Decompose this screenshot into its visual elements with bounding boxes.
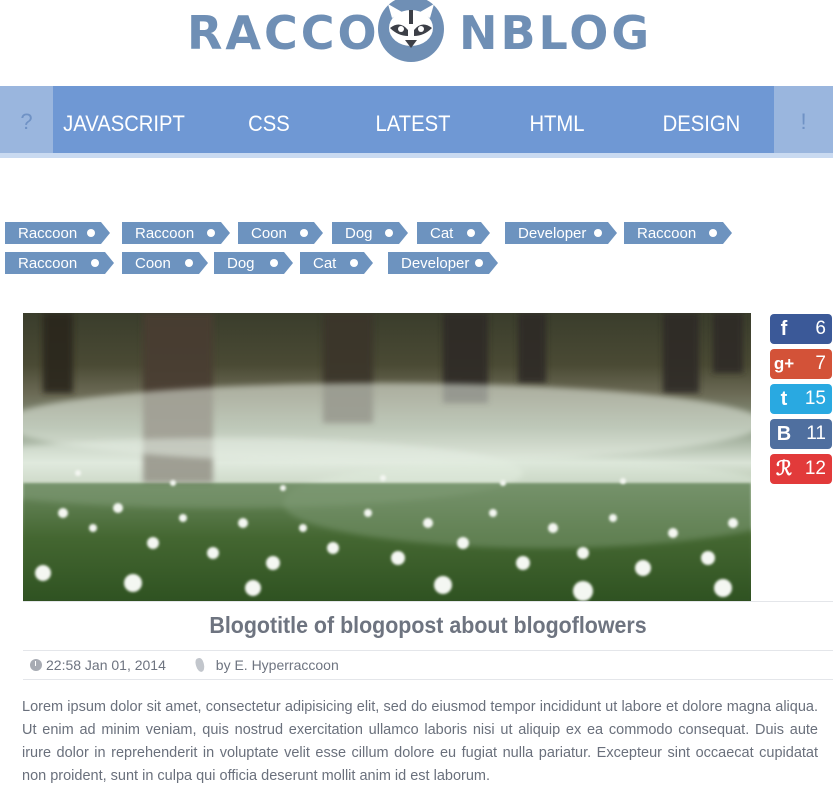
logo-text-left: RACCO [187,6,380,60]
google-plus-icon: g+ [773,354,795,373]
post-date-wrap: 22:58 Jan 01, 2014 [30,657,166,673]
tag[interactable]: Cat [300,252,373,274]
tag-label: Developer [518,225,587,242]
tag-dot-icon [594,229,602,237]
share-count: 6 [815,318,826,339]
tag-dot-icon [87,229,95,237]
share-count: 11 [806,423,826,444]
other-share-button[interactable]: ℛ 12 [770,454,832,484]
tag-dot-icon [300,229,308,237]
post-author-wrap: by E. Hyperraccoon [194,657,339,673]
divider [23,601,833,602]
post-meta: 22:58 Jan 01, 2014 by E. Hyperraccoon [30,657,365,673]
nav-item-javascript[interactable]: JAVASCRIPT [59,86,190,153]
vk-share-button[interactable]: B 11 [770,419,832,449]
tag-dot-icon [91,259,99,267]
divider [23,679,833,680]
tag-dot-icon [350,259,358,267]
facebook-share-button[interactable]: f 6 [770,314,832,344]
tag-cloud: Raccoon Raccoon Coon Dog Cat Developer R… [5,222,765,282]
post-image[interactable] [23,313,751,601]
raccoon-icon [378,0,444,62]
tag-label: Raccoon [18,255,78,272]
twitter-icon: t [780,388,788,410]
tag-dot-icon [385,229,393,237]
divider [23,650,833,651]
tag-label: Cat [313,255,337,272]
tag-dot-icon [475,259,483,267]
tag[interactable]: Dog [214,252,293,274]
tag[interactable]: Coon [238,222,323,244]
tag[interactable]: Dog [332,222,408,244]
tag-label: Developer [401,255,470,272]
share-count: 12 [804,458,826,479]
nav-item-html[interactable]: HTML [491,86,623,153]
tag-dot-icon [709,229,717,237]
post-title[interactable]: Blogotitle of blogopost about blogoflowe… [51,612,804,639]
tag-label: Coon [251,225,287,242]
site-logo[interactable]: RACCO NBLOG [0,0,833,86]
share-buttons: f 6 g+ 7 t 15 B 11 ℛ 12 [770,314,832,489]
twitter-share-button[interactable]: t 15 [770,384,832,414]
tag-label: Coon [135,255,171,272]
tag-label: Raccoon [637,225,697,242]
share-count: 15 [804,388,826,409]
tag[interactable]: Raccoon [5,252,114,274]
nav-item-css[interactable]: CSS [203,86,335,153]
help-nav-button[interactable]: ? [0,86,53,158]
tag-dot-icon [185,259,193,267]
tag-label: Cat [430,225,454,242]
alert-nav-button[interactable]: ! [774,86,833,158]
google-plus-share-button[interactable]: g+ 7 [770,349,832,379]
post-body: Lorem ipsum dolor sit amet, consectetur … [22,699,818,784]
tag-row: Raccoon Raccoon Coon Dog Cat Developer R… [5,222,765,252]
tag-row: Raccoon Coon Dog Cat Developer [5,252,765,282]
nav-item-latest[interactable]: LATEST [347,86,479,153]
post-date: 22:58 Jan 01, 2014 [46,657,166,673]
tag[interactable]: Developer [388,252,498,274]
share-count: 7 [815,353,826,374]
tag-label: Dog [227,255,255,272]
clock-icon [30,659,42,671]
facebook-icon: f [780,318,788,340]
nav-item-design[interactable]: DESIGN [635,86,768,153]
tag-label: Dog [345,225,373,242]
tag[interactable]: Raccoon [122,222,230,244]
tag-dot-icon [467,229,475,237]
runner-icon: ℛ [776,458,792,480]
logo-text-right: NBLOG [459,6,653,60]
footprint-icon [194,657,206,673]
tag[interactable]: Raccoon [624,222,732,244]
tag[interactable]: Cat [417,222,490,244]
tag[interactable]: Coon [122,252,208,274]
main-nav: ? JAVASCRIPT CSS LATEST HTML DESIGN ! [0,86,833,158]
tag[interactable]: Raccoon [5,222,110,244]
tag-label: Raccoon [18,225,78,242]
tag-label: Raccoon [135,225,195,242]
tag-dot-icon [207,229,215,237]
tag-dot-icon [270,259,278,267]
nav-menu: JAVASCRIPT CSS LATEST HTML DESIGN [53,86,774,158]
post-author[interactable]: by E. Hyperraccoon [216,657,339,673]
tag[interactable]: Developer [505,222,617,244]
vk-icon: B [776,423,792,445]
